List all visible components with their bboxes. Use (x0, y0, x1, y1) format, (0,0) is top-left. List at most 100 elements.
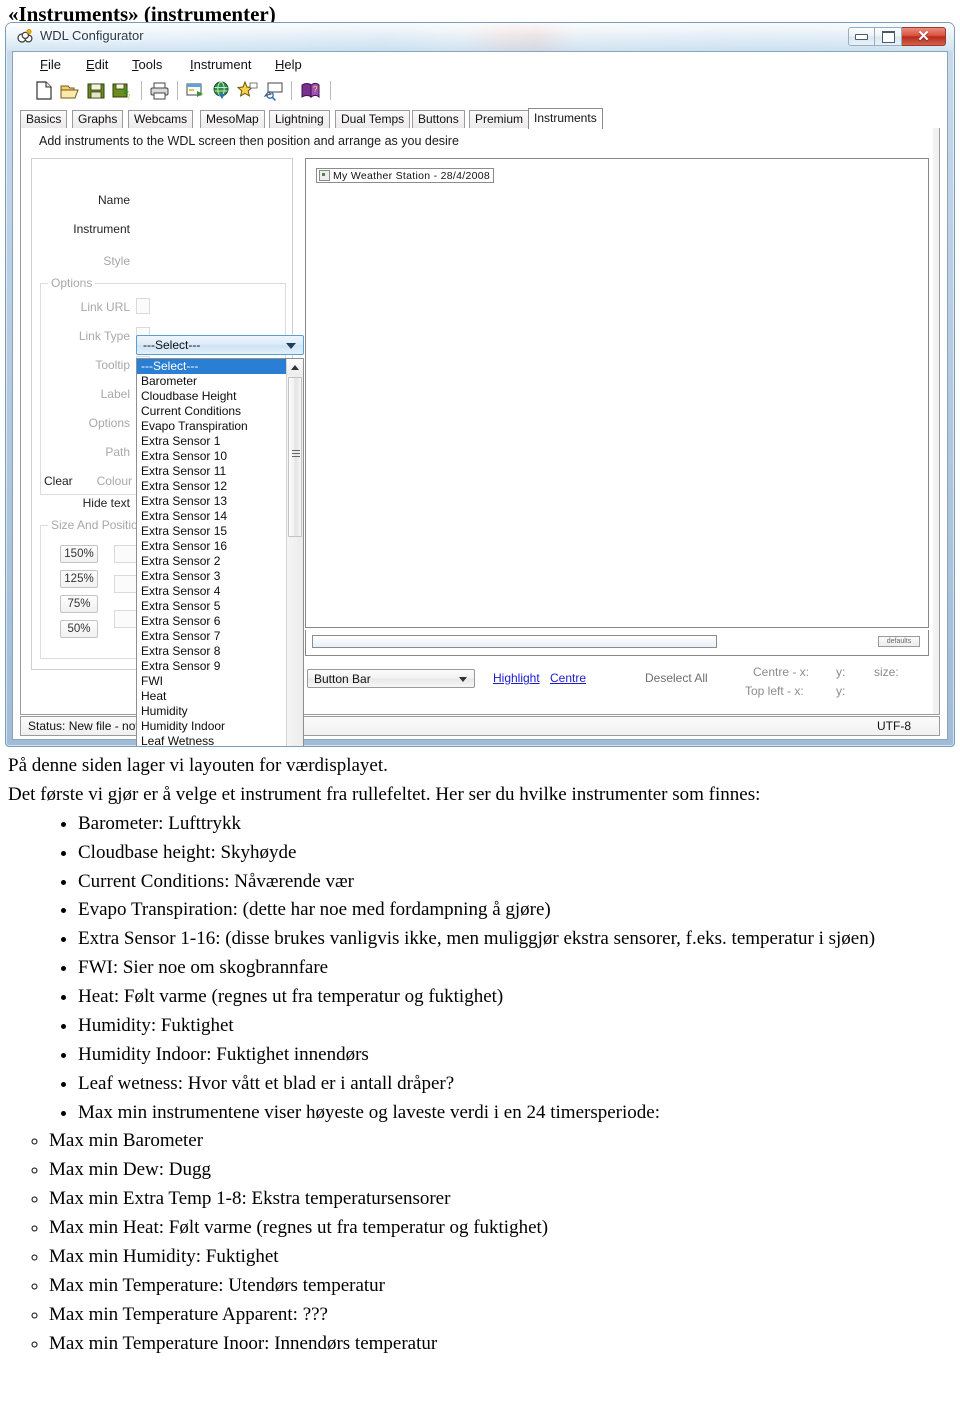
tab-webcams[interactable]: Webcams (128, 110, 194, 128)
dropdown-option[interactable]: Humidity (137, 704, 286, 719)
list-item: Max min Temperature: Utendørs temperatur (49, 1272, 960, 1301)
element-select[interactable]: Button Bar (307, 669, 475, 688)
window-title-text: WDL Configurator (40, 28, 144, 43)
dropdown-option[interactable]: Leaf Wetness (137, 734, 286, 746)
chevron-down-icon (459, 677, 467, 682)
menu-help[interactable]: Help (270, 56, 307, 73)
dropdown-option[interactable]: Extra Sensor 4 (137, 584, 286, 599)
tab-dual-temps[interactable]: Dual Temps (335, 110, 411, 128)
tab-basics[interactable]: Basics (20, 110, 68, 128)
list-item: FWI: Sier noe om skogbrannfare (78, 954, 960, 983)
dropdown-option[interactable]: ---Select--- (137, 359, 286, 374)
station-title-element[interactable]: My Weather Station - 28/4/2008 (316, 168, 495, 183)
size-50-button[interactable]: 50% (60, 620, 98, 638)
tab-graphs[interactable]: Graphs (72, 110, 124, 128)
centre-x-label: Centre - x: (753, 665, 810, 679)
dropdown-option[interactable]: Extra Sensor 12 (137, 479, 286, 494)
dropdown-option[interactable]: Extra Sensor 9 (137, 659, 286, 674)
list-item: Humidity: Fuktighet (78, 1012, 960, 1041)
dropdown-option[interactable]: Extra Sensor 16 (137, 539, 286, 554)
dropdown-option[interactable]: FWI (137, 674, 286, 689)
publish-icon[interactable] (185, 80, 207, 101)
layout-preview-canvas[interactable]: My Weather Station - 28/4/2008 (305, 158, 929, 628)
size-75-button[interactable]: 75% (60, 595, 98, 613)
dropdown-option[interactable]: Heat (137, 689, 286, 704)
tab-instruments[interactable]: Instruments (528, 108, 603, 129)
dropdown-option[interactable]: Barometer (137, 374, 286, 389)
menu-instrument[interactable]: Instrument (185, 56, 256, 73)
dropdown-option[interactable]: Current Conditions (137, 404, 286, 419)
dropdown-option[interactable]: Extra Sensor 10 (137, 449, 286, 464)
menu-file[interactable]: FFileile (35, 56, 66, 73)
deselect-all-button[interactable]: Deselect All (645, 671, 708, 685)
dropdown-option[interactable]: Humidity Indoor (137, 719, 286, 734)
dropdown-option[interactable]: Extra Sensor 1 (137, 434, 286, 449)
highlight-link[interactable]: Highlight (493, 671, 540, 685)
paragraph-intro-2: Det første vi gjør er å velge et instrum… (8, 783, 761, 805)
size-150-button[interactable]: 150% (60, 545, 98, 563)
preview-window-icon[interactable] (263, 80, 285, 101)
maximize-button[interactable] (875, 27, 902, 46)
open-folder-icon[interactable] (59, 80, 81, 101)
preview-horizontal-scrollbar[interactable] (312, 635, 717, 648)
centre-link[interactable]: Centre (550, 671, 586, 685)
title-bar-gloss (6, 23, 954, 51)
instrument-dropdown-list[interactable]: ---Select--- Barometer Cloudbase Height … (136, 358, 304, 746)
chevron-down-icon (286, 343, 296, 349)
window-client-area: FFileile Edit Tools Instrument Help ? (12, 51, 948, 746)
dropdown-option[interactable]: Extra Sensor 11 (137, 464, 286, 479)
scrollbar-thumb[interactable] (288, 377, 302, 537)
tab-premium[interactable]: Premium (469, 110, 530, 128)
size-125-button[interactable]: 125% (60, 570, 98, 588)
dropdown-option[interactable]: Extra Sensor 14 (137, 509, 286, 524)
instruments-tab-page: Add instruments to the WDL screen then p… (20, 128, 940, 746)
preview-defaults-button[interactable]: defaults (878, 636, 920, 647)
label-name: Name (97, 193, 130, 207)
instrument-dropdown-items[interactable]: ---Select--- Barometer Cloudbase Height … (137, 359, 286, 746)
dropdown-option[interactable]: Extra Sensor 8 (137, 644, 286, 659)
dropdown-option[interactable]: Extra Sensor 6 (137, 614, 286, 629)
list-item: Current Conditions: Nåværende vær (78, 868, 960, 897)
save-disk-icon[interactable] (85, 80, 107, 101)
close-button[interactable]: ✕ (902, 27, 946, 46)
star-preview-icon[interactable] (236, 80, 259, 101)
link-url-field[interactable] (136, 298, 150, 314)
tab-page-scrollbar[interactable] (933, 128, 939, 714)
window-title-bar[interactable]: WDL Configurator ✕ (6, 23, 954, 51)
list-item: Heat: Følt varme (regnes ut fra temperat… (78, 983, 960, 1012)
wdl-app-icon (17, 29, 35, 45)
tab-lightning[interactable]: Lightning (269, 110, 330, 128)
instrument-select[interactable]: ---Select--- (136, 335, 304, 355)
dropdown-option[interactable]: Evapo Transpiration (137, 419, 286, 434)
list-item: Max min Heat: Følt varme (regnes ut fra … (49, 1214, 960, 1243)
label-link-type: Link Type (78, 329, 130, 343)
maximize-icon (881, 30, 895, 43)
scroll-up-button[interactable] (287, 359, 303, 375)
menu-tools[interactable]: Tools (127, 56, 167, 73)
dropdown-option[interactable]: Extra Sensor 15 (137, 524, 286, 539)
dropdown-option[interactable]: Extra Sensor 2 (137, 554, 286, 569)
svg-text:?: ? (313, 85, 318, 94)
tab-buttons[interactable]: Buttons (412, 110, 465, 128)
menu-edit[interactable]: Edit (81, 56, 113, 73)
dropdown-scrollbar[interactable] (286, 359, 303, 746)
print-icon[interactable] (149, 80, 171, 101)
help-book-icon[interactable]: ? (299, 80, 321, 101)
window-controls: ✕ (848, 27, 946, 46)
dropdown-option[interactable]: Extra Sensor 7 (137, 629, 286, 644)
new-file-icon[interactable] (33, 80, 55, 101)
globe-upload-icon[interactable] (211, 80, 233, 101)
save-as-icon[interactable]: ? (111, 80, 133, 101)
list-item: Cloudbase height: Skyhøyde (78, 839, 960, 868)
tab-mesomap[interactable]: MesoMap (200, 110, 265, 128)
dropdown-option[interactable]: Extra Sensor 13 (137, 494, 286, 509)
dropdown-option[interactable]: Cloudbase Height (137, 389, 286, 404)
element-handle-icon[interactable] (319, 170, 330, 181)
label-path: Path (105, 445, 130, 459)
menu-bar: FFileile Edit Tools Instrument Help (13, 52, 947, 77)
list-item: Max min Dew: Dugg (49, 1156, 960, 1185)
dropdown-option[interactable]: Extra Sensor 5 (137, 599, 286, 614)
dropdown-option[interactable]: Extra Sensor 3 (137, 569, 286, 584)
minimize-button[interactable] (848, 27, 875, 46)
body-text-block: På denne siden lager vi layouten for vær… (0, 752, 960, 1358)
